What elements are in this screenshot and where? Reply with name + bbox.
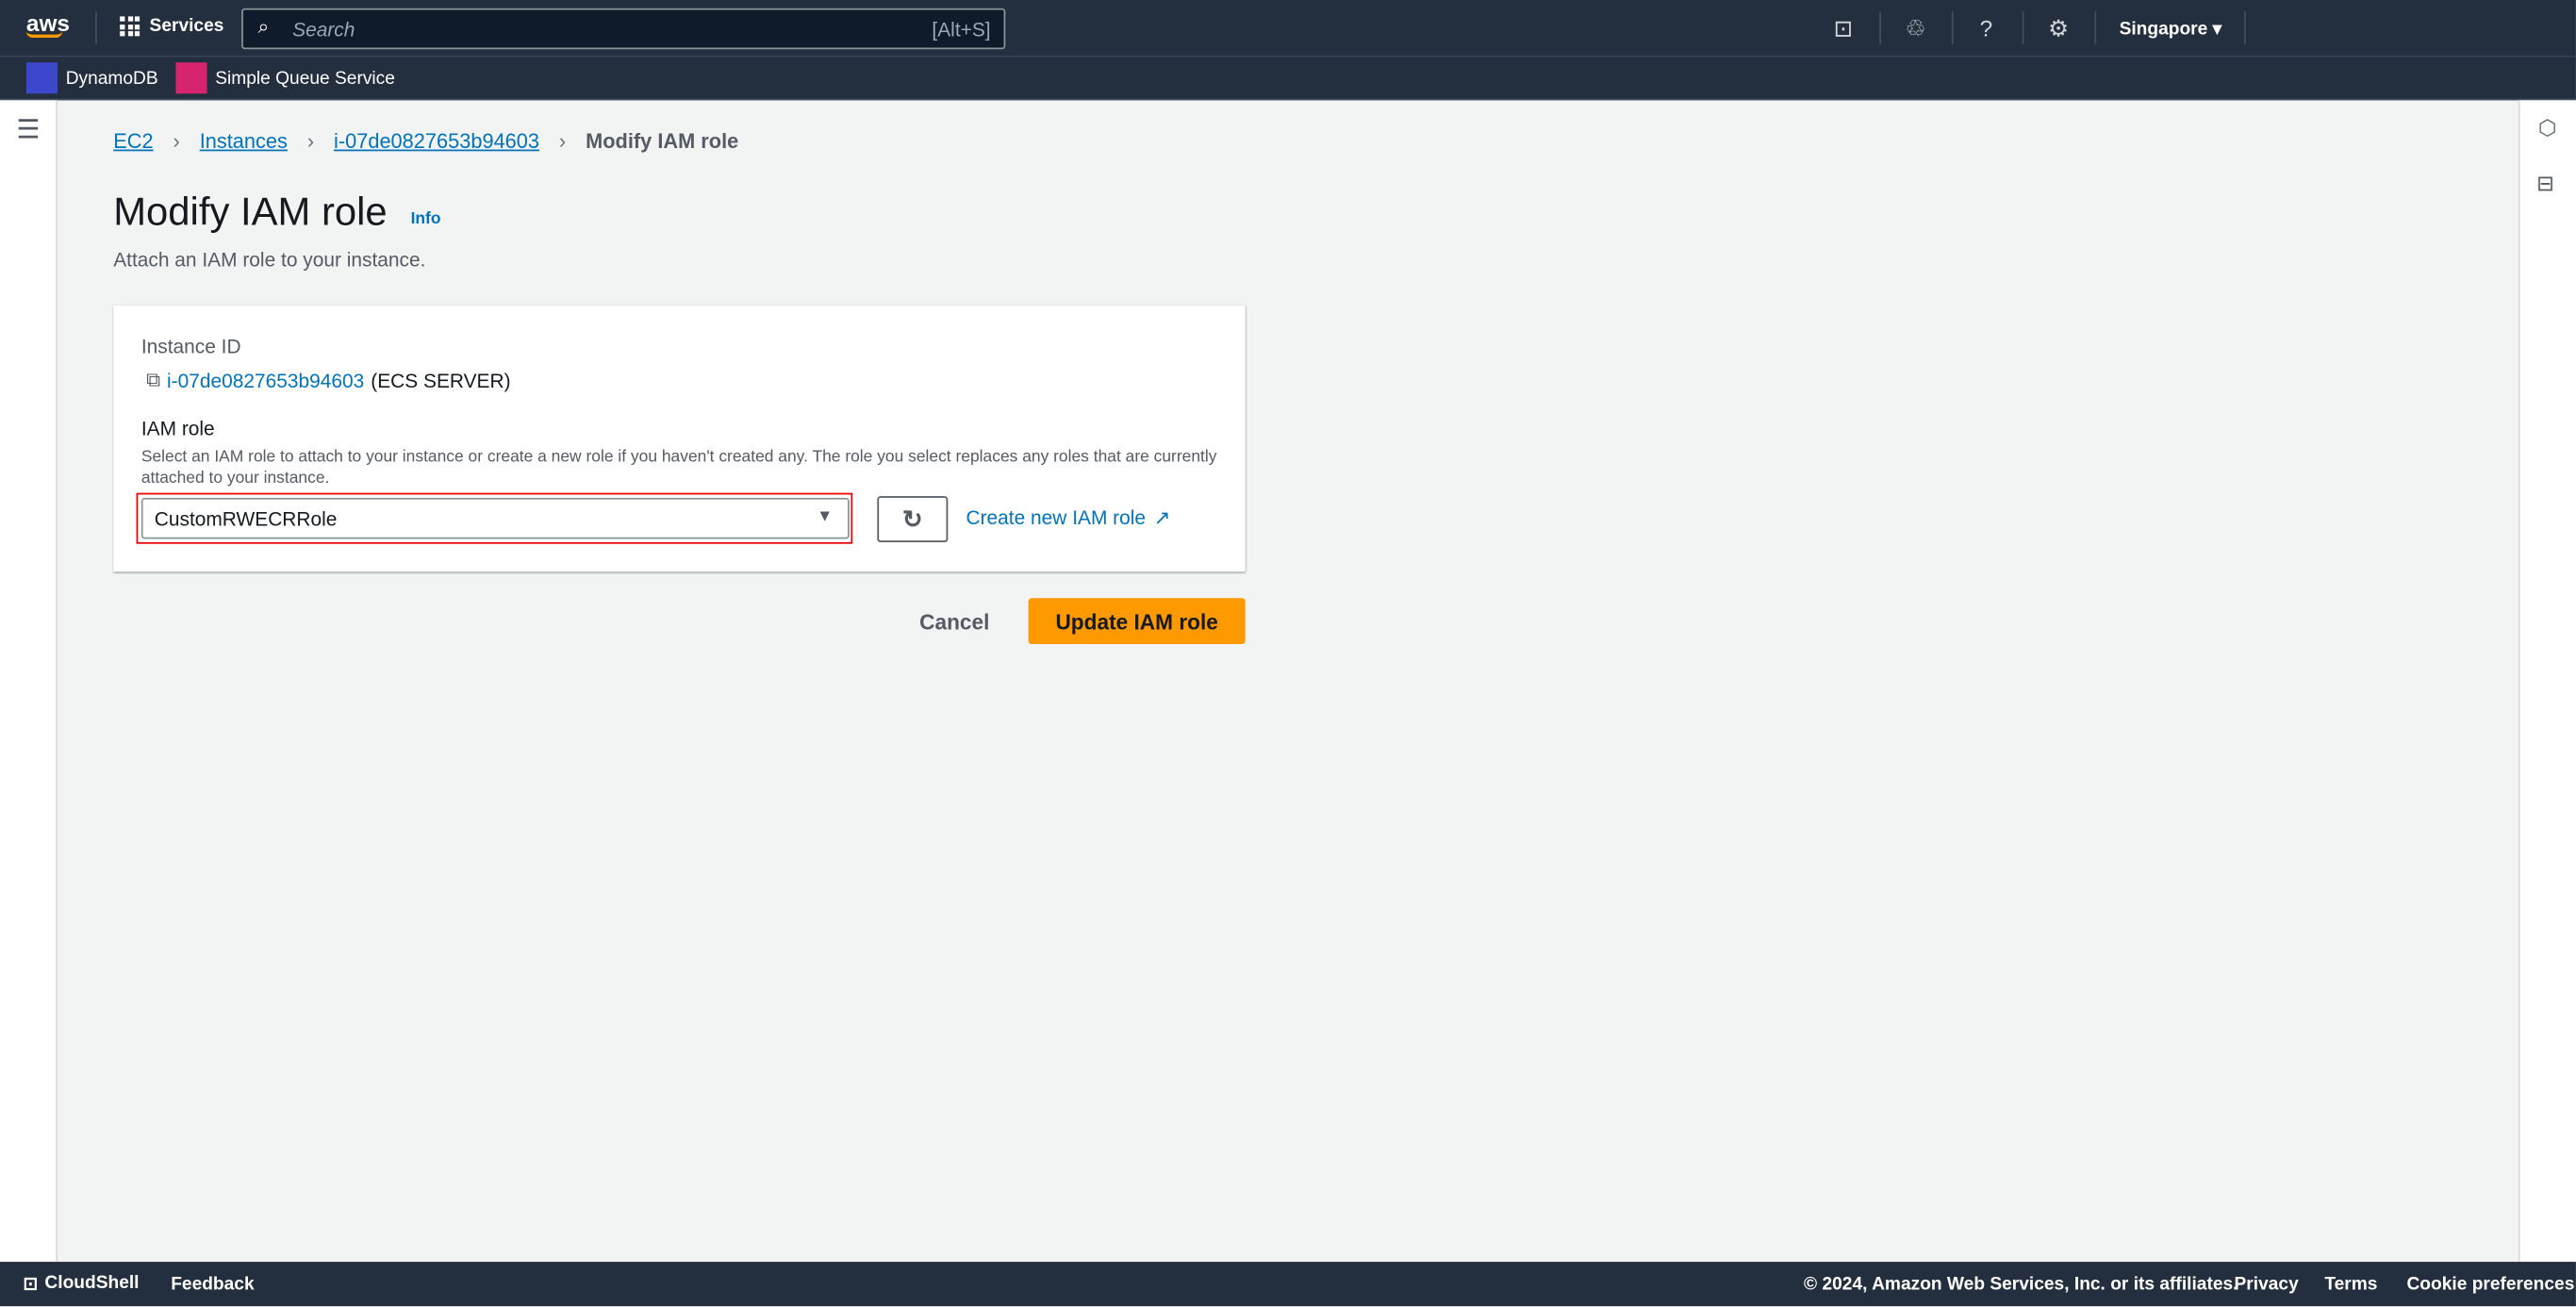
breadcrumb-instance[interactable]: i-07de0827653b94603 xyxy=(334,130,539,153)
copy-icon[interactable]: ⧉ xyxy=(146,368,160,392)
search-icon: ⌕ xyxy=(257,14,270,39)
cloudshell-icon: ⊡ xyxy=(23,1275,39,1295)
services-menu[interactable]: Services xyxy=(120,16,223,37)
update-iam-role-button[interactable]: Update IAM role xyxy=(1028,598,1246,644)
favorite-sqs[interactable]: Simple Queue Service xyxy=(175,62,395,94)
gear-icon[interactable]: ⚙ xyxy=(2045,15,2072,41)
favorites-bar: DynamoDB Simple Queue Service xyxy=(0,56,2576,101)
page-subtitle: Attach an IAM role to your instance. xyxy=(113,248,426,272)
feedback-link[interactable]: Feedback xyxy=(171,1275,254,1295)
sqs-icon xyxy=(175,62,207,94)
region-selector[interactable]: Singapore ▾ xyxy=(2120,18,2222,40)
feedback-panel-icon[interactable]: ⊟ xyxy=(2536,171,2554,197)
create-iam-role-link[interactable]: Create new IAM role ↗ xyxy=(966,506,1170,529)
instance-id-link[interactable]: i-07de0827653b94603 xyxy=(167,369,364,391)
menu-icon[interactable]: ☰ xyxy=(16,113,40,146)
iam-role-select[interactable]: CustomRWECRRole ▼ xyxy=(140,497,850,539)
breadcrumb-instances[interactable]: Instances xyxy=(200,130,288,153)
chevron-right-icon: › xyxy=(558,129,567,154)
aws-logo[interactable]: aws xyxy=(25,9,70,39)
top-nav: aws Services ⌕ Search [Alt+S] ⊡ ♲ ? ⚙ Si… xyxy=(0,0,2576,57)
refresh-icon: ↻ xyxy=(901,505,923,535)
privacy-link[interactable]: Privacy xyxy=(2235,1275,2299,1295)
tools-panel: ⬡ ⊟ xyxy=(2518,100,2576,1263)
cloudshell-icon[interactable]: ⊡ xyxy=(1830,15,1857,41)
grid-icon xyxy=(120,16,140,37)
favorite-dynamodb[interactable]: DynamoDB xyxy=(25,62,158,94)
form-card: Instance ID ⧉ i-07de0827653b94603 (ECS S… xyxy=(113,304,1246,572)
chevron-right-icon: › xyxy=(173,129,180,154)
breadcrumb-current: Modify IAM role xyxy=(586,129,739,154)
copyright: © 2024, Amazon Web Services, Inc. or its… xyxy=(1804,1275,2238,1295)
dynamodb-icon xyxy=(25,62,58,94)
breadcrumb-ec2[interactable]: EC2 xyxy=(113,130,153,153)
footer: ⊡ CloudShell Feedback © 2024, Amazon Web … xyxy=(0,1262,2576,1307)
page-title: Modify IAM role xyxy=(113,190,388,236)
external-link-icon: ↗ xyxy=(1153,505,1171,530)
iam-role-label: IAM role xyxy=(140,417,215,440)
instance-name: (ECS SERVER) xyxy=(371,369,511,392)
instance-id-label: Instance ID xyxy=(140,335,241,358)
bell-icon[interactable]: ♲ xyxy=(1903,15,1929,41)
cancel-button[interactable]: Cancel xyxy=(907,598,1002,644)
info-panel-icon[interactable]: ⬡ xyxy=(2538,115,2557,141)
cookie-preferences-link[interactable]: Cookie preferences xyxy=(2406,1275,2574,1295)
iam-role-description: Select an IAM role to attach to your ins… xyxy=(140,448,1217,488)
chevron-right-icon: › xyxy=(306,129,315,154)
info-link[interactable]: Info xyxy=(411,210,441,228)
breadcrumb: EC2 › Instances › i-07de0827653b94603 › Mod… xyxy=(113,130,738,153)
caret-down-icon: ▼ xyxy=(817,507,834,526)
cloudshell-button[interactable]: ⊡ CloudShell xyxy=(23,1273,139,1295)
refresh-button[interactable]: ↻ xyxy=(877,496,949,542)
search-input[interactable]: ⌕ Search [Alt+S] xyxy=(241,8,1006,50)
help-icon[interactable]: ? xyxy=(1973,15,2000,41)
terms-link[interactable]: Terms xyxy=(2324,1275,2377,1295)
side-nav: ☰ xyxy=(0,100,58,1263)
